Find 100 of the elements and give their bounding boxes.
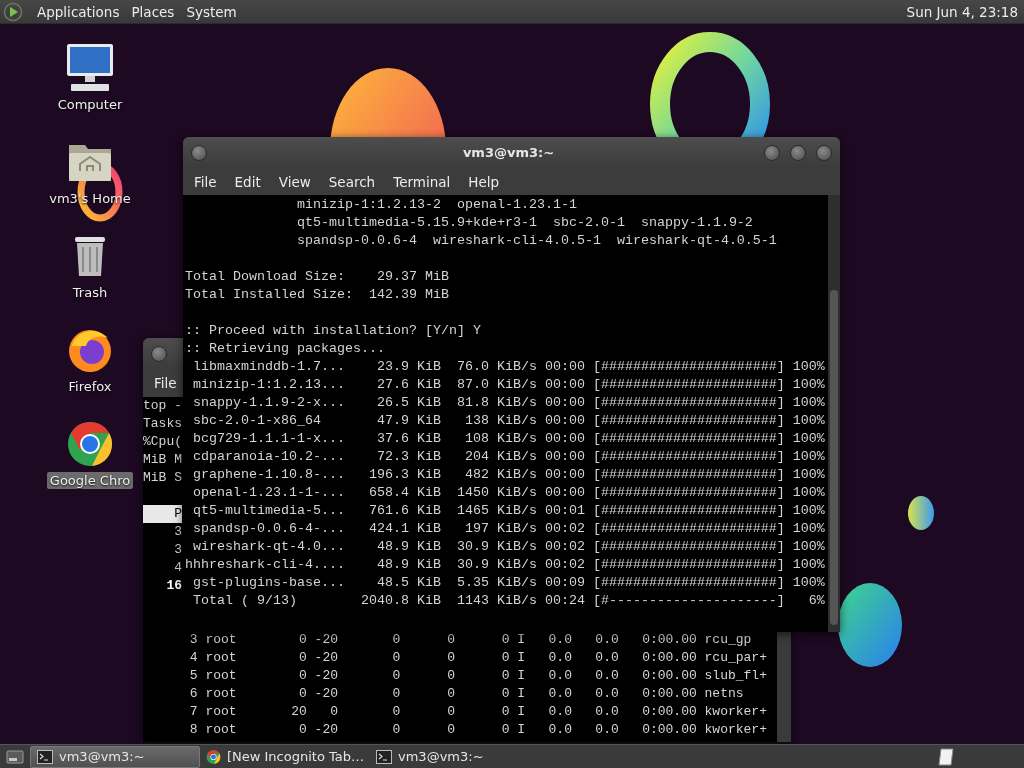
process-cell-text: 0 xyxy=(446,685,455,703)
terminal-line: MiB S xyxy=(143,470,182,485)
process-cell-text: 0 xyxy=(446,703,455,721)
process-cell-text: 0.0 xyxy=(547,631,572,649)
taskbar-button[interactable]: vm3@vm3:~ xyxy=(30,745,200,768)
menu-item[interactable]: View xyxy=(269,169,320,194)
terminal-line: top - xyxy=(143,398,182,413)
menu-item[interactable]: Search xyxy=(319,169,385,194)
process-cell-text: 0 xyxy=(297,667,307,685)
minimize-button[interactable] xyxy=(764,144,780,161)
icon-label[interactable]: Computer xyxy=(54,96,126,113)
menu-item[interactable]: Edit xyxy=(225,169,270,194)
process-cell: 3 xyxy=(174,542,182,557)
process-cell-text: 20 xyxy=(290,703,307,721)
process-cell-text: 7 xyxy=(188,703,198,721)
process-cell-text: 8 xyxy=(188,721,198,739)
terminal-line: spandsp-0.0.6-4 wireshark-cli-4.0.5-1 wireshark-qt-4.0.5-1 xyxy=(295,233,777,248)
process-cell-text: 0 xyxy=(391,649,401,667)
segmented-circle-icon xyxy=(206,748,221,765)
close-button[interactable] xyxy=(816,144,832,161)
panel-menu[interactable]: Places xyxy=(125,0,181,23)
terminal-line: bcg729-1.1.1-1-x... 37.6 KiB 108 KiB/s 00:00 [######################] 100% xyxy=(192,431,825,446)
play-circle-icon[interactable] xyxy=(3,1,23,22)
process-cell: -20 xyxy=(314,685,338,703)
process-cell-text: kworker+ xyxy=(704,703,768,721)
process-cell: I xyxy=(517,703,526,721)
process-cell-text: root xyxy=(205,721,238,739)
terminal-line: Tasks xyxy=(143,416,182,431)
process-cell-text: 0 xyxy=(391,703,401,721)
menu-item[interactable]: Help xyxy=(459,169,509,194)
terminal-line: wireshark-qt-4.0... 48.9 KiB 30.9 KiB/s 00:02 [######################] 100% xyxy=(192,539,825,554)
process-cell-text: 0 xyxy=(500,667,510,685)
window-menu-button[interactable] xyxy=(151,345,167,362)
terminal-line: hhhreshark-cli-4.... 48.9 KiB 30.9 KiB/s 00:02 [######################] 100% xyxy=(185,557,825,572)
window-menu-button[interactable] xyxy=(191,144,207,161)
clock[interactable]: Sun Jun 4, 23:18 xyxy=(906,3,1018,20)
process-cell-text: rcu_gp xyxy=(704,631,753,649)
process-cell-text: 0.0 xyxy=(547,649,572,667)
terminal-line: Total Installed Size: 142.39 MiB xyxy=(185,287,449,302)
terminal-line: minizip-1:1.2.13-2 openal-1.23.1-1 xyxy=(295,197,577,212)
process-cell-text: 0:00.00 xyxy=(641,649,697,667)
process-cell: I xyxy=(517,631,526,649)
terminal-icon xyxy=(37,749,53,764)
terminal-line: spandsp-0.0.6-4-... 424.1 KiB 197 KiB/s 00:02 [######################] 100% xyxy=(192,521,825,536)
icon-label[interactable]: Trash xyxy=(69,284,111,301)
process-cell-text: 5 xyxy=(188,667,198,685)
process-cell-text: root xyxy=(205,631,238,649)
terminal-line: Total Download Size: 29.37 MiB xyxy=(185,269,449,284)
terminal-line: openal-1.23.1-1-... 658.4 KiB 1450 KiB/s 00:00 [######################] 100% xyxy=(192,485,825,500)
show-desktop-icon[interactable] xyxy=(6,749,24,764)
process-cell: 3 xyxy=(174,524,182,539)
process-cell-text: 0 xyxy=(297,721,307,739)
process-cell-text: 0 xyxy=(446,667,455,685)
process-cell-text: 0 xyxy=(500,721,510,739)
menu-item[interactable]: File xyxy=(145,370,186,395)
process-cell-text: 0 xyxy=(500,631,510,649)
terminal-line: gst-plugins-base... 48.5 KiB 5.35 KiB/s 00:09 [######################] 100% xyxy=(192,575,825,590)
process-cell: -20 xyxy=(314,649,338,667)
terminal-line: qt5-multimedia-5.15.9+kde+r3-1 sbc-2.0-1 snappy-1.1.9-2 xyxy=(295,215,753,230)
terminal-line: snappy-1.1.9-2-x... 26.5 KiB 81.8 KiB/s 00:00 [######################] 100% xyxy=(192,395,825,410)
process-cell-text: 0 xyxy=(446,721,455,739)
computer-icon[interactable] xyxy=(64,42,116,94)
taskbar-button[interactable]: vm3@vm3:~ xyxy=(370,745,540,768)
panel-menu[interactable]: Applications xyxy=(31,0,126,23)
process-cell-text: 0:00.00 xyxy=(641,721,697,739)
process-cell-text: root xyxy=(205,703,238,721)
terminal-line: :: Proceed with installation? [Y/n] Y xyxy=(185,323,481,338)
process-cell-text: 0.0 xyxy=(594,649,619,667)
process-cell-text: 0.0 xyxy=(594,721,619,739)
process-cell: I xyxy=(517,685,526,703)
process-cell-text: 0 xyxy=(391,631,401,649)
scrollbar-thumb[interactable] xyxy=(830,290,838,625)
process-cell: -20 xyxy=(314,631,338,649)
terminal-line: MiB M xyxy=(143,452,182,467)
process-cell-text: 0 xyxy=(446,631,455,649)
process-cell-text: root xyxy=(205,685,238,703)
process-cell: 4 xyxy=(174,560,182,575)
icon-label[interactable]: Firefox xyxy=(65,378,115,395)
process-cell-text: 0 xyxy=(329,703,338,721)
terminal-line: sbc-2.0-1-x86_64 47.9 KiB 138 KiB/s 00:00 [######################] 100% xyxy=(192,413,825,428)
process-cell-text: 0.0 xyxy=(594,631,619,649)
process-cell-text: 3 xyxy=(188,631,198,649)
process-cell: I xyxy=(517,667,526,685)
process-cell-text: 0.0 xyxy=(547,721,572,739)
icon-label[interactable]: Google Chro xyxy=(46,472,134,489)
process-cell-text: 0 xyxy=(391,721,401,739)
workspace-switcher-icon[interactable] xyxy=(938,747,954,766)
process-cell: I xyxy=(517,649,526,667)
maximize-button[interactable] xyxy=(790,144,806,161)
terminal-line: libmaxminddb-1.7... 23.9 KiB 76.0 KiB/s 00:00 [######################] 100% xyxy=(192,359,825,374)
process-cell-text: 0 xyxy=(297,685,307,703)
terminal-icon xyxy=(376,749,392,764)
panel-menu[interactable]: System xyxy=(180,0,243,23)
process-cell-text: 0 xyxy=(391,685,401,703)
process-cell: -20 xyxy=(314,667,338,685)
menu-item[interactable]: Terminal xyxy=(384,169,460,194)
process-cell-text: 6 xyxy=(188,685,198,703)
process-cell-text: 0 xyxy=(500,649,510,667)
menu-item[interactable]: File xyxy=(185,169,226,194)
taskbar-button[interactable]: [New Incognito Tab… xyxy=(200,745,370,768)
